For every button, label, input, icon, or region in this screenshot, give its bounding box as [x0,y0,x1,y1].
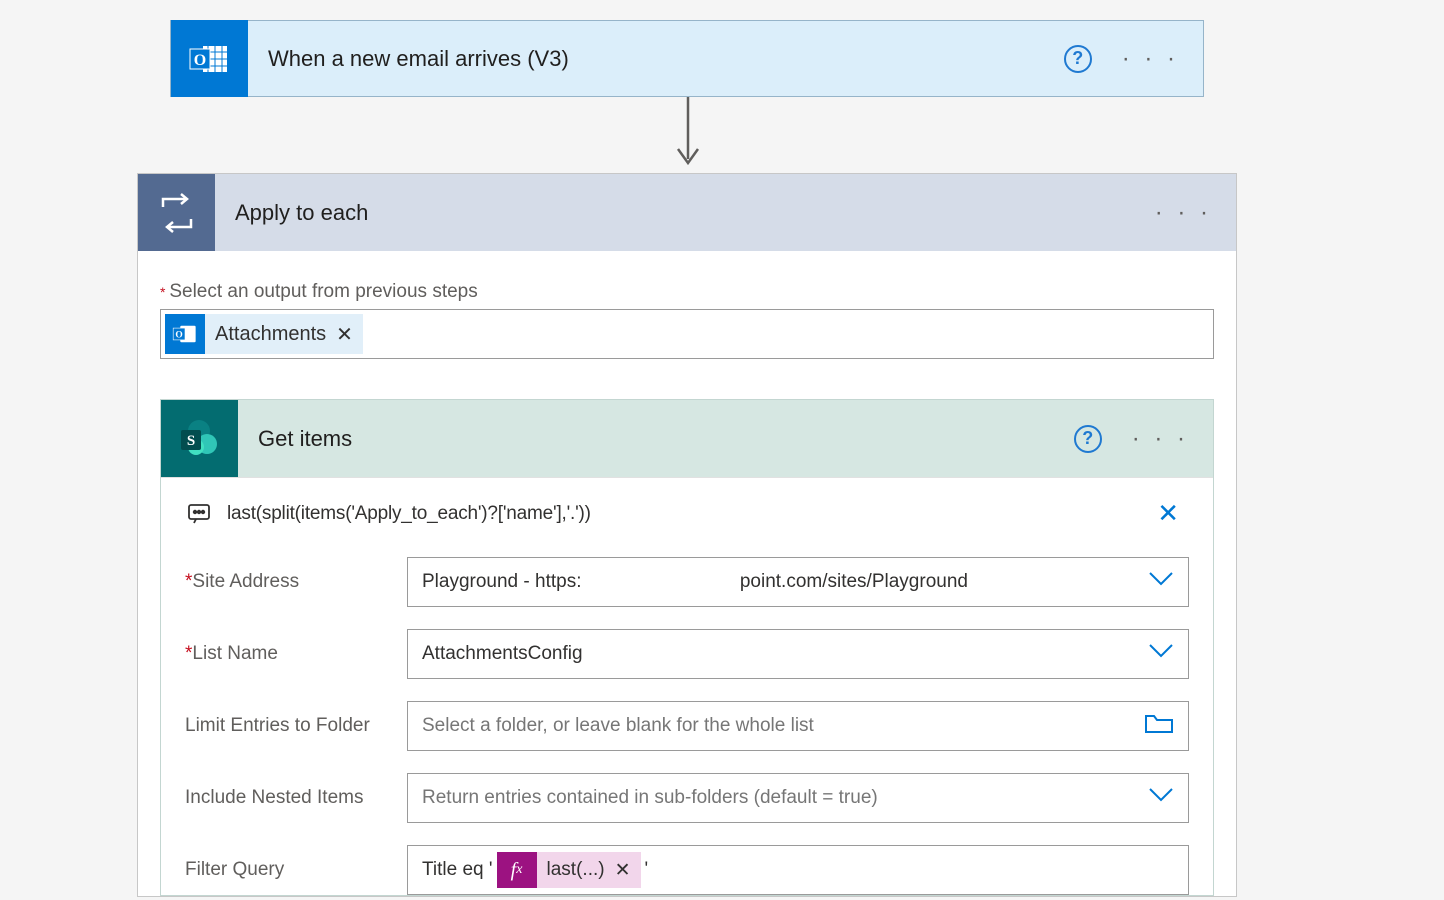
close-icon[interactable]: ✕ [1157,498,1189,529]
chevron-down-icon[interactable] [1148,787,1174,809]
outlook-icon: O [165,314,205,354]
param-include-nested: Include Nested Items Return entries cont… [185,773,1189,823]
expression-token[interactable]: fx last(...) ✕ [497,852,641,888]
fx-token-label: last(...) [537,859,615,881]
site-address-label: Site Address [192,571,299,592]
filter-query-suffix: ' [645,859,649,881]
apply-to-each-card: Apply to each · · · * Select an output f… [137,173,1237,897]
help-icon[interactable]: ? [1074,425,1102,453]
site-address-input[interactable]: Playground - https: point.com/sites/Play… [407,557,1189,607]
output-field-input[interactable]: O Attachments ✕ [160,309,1214,359]
chevron-down-icon[interactable] [1148,643,1174,665]
filter-query-label: Filter Query [185,859,407,881]
trigger-card[interactable]: O When a new email arrives (V3) ? · · · [170,20,1204,97]
sharepoint-icon: S [161,400,238,477]
apply-to-each-title: Apply to each [235,200,1125,226]
svg-text:O: O [193,52,205,69]
limit-folder-label: Limit Entries to Folder [185,715,407,737]
output-field-label: Select an output from previous steps [169,281,477,302]
remove-token-icon[interactable]: ✕ [615,859,641,882]
more-menu[interactable]: · · · [1102,425,1213,453]
required-asterisk: * [160,284,165,300]
output-label-row: * Select an output from previous steps [160,281,1214,303]
list-name-input[interactable]: AttachmentsConfig [407,629,1189,679]
param-limit-folder: Limit Entries to Folder Select a folder,… [185,701,1189,751]
param-site-address: *Site Address Playground - https: point.… [185,557,1189,607]
list-name-label: List Name [192,643,278,664]
list-name-value: AttachmentsConfig [422,643,583,665]
trigger-title: When a new email arrives (V3) [268,46,1064,72]
param-filter-query: Filter Query Title eq ' fx last(...) ✕ ' [185,845,1189,895]
token-label: Attachments [215,323,326,346]
remove-token-icon[interactable]: ✕ [336,322,353,347]
svg-text:S: S [186,433,194,449]
loop-icon [138,174,215,251]
peek-expression[interactable]: last(split(items('Apply_to_each')?['name… [227,503,1157,525]
param-list-name: *List Name AttachmentsConfig [185,629,1189,679]
get-items-card: S Get items ? · · · [160,399,1214,896]
include-nested-input[interactable]: Return entries contained in sub-folders … [407,773,1189,823]
rename-expression-row: last(split(items('Apply_to_each')?['name… [185,498,1189,529]
include-nested-placeholder: Return entries contained in sub-folders … [422,787,878,809]
folder-icon[interactable] [1144,712,1174,740]
outlook-icon: O [171,20,248,97]
limit-folder-input[interactable]: Select a folder, or leave blank for the … [407,701,1189,751]
more-menu[interactable]: · · · [1092,45,1203,73]
filter-query-prefix: Title eq ' [422,859,493,881]
site-address-value: Playground - https: point.com/sites/Play… [422,571,968,593]
svg-text:O: O [175,331,182,341]
fx-icon: fx [497,852,537,888]
include-nested-label: Include Nested Items [185,787,407,809]
more-menu[interactable]: · · · [1125,199,1236,227]
get-items-title: Get items [258,426,1074,452]
help-icon[interactable]: ? [1064,45,1092,73]
get-items-header[interactable]: S Get items ? · · · [161,400,1213,477]
filter-query-input[interactable]: Title eq ' fx last(...) ✕ ' [407,845,1189,895]
chevron-down-icon[interactable] [1148,571,1174,593]
limit-folder-placeholder: Select a folder, or leave blank for the … [422,715,814,737]
apply-to-each-header[interactable]: Apply to each · · · [138,174,1236,251]
rename-icon [185,503,213,525]
flow-arrow [682,97,684,173]
attachments-token[interactable]: O Attachments ✕ [165,314,363,354]
